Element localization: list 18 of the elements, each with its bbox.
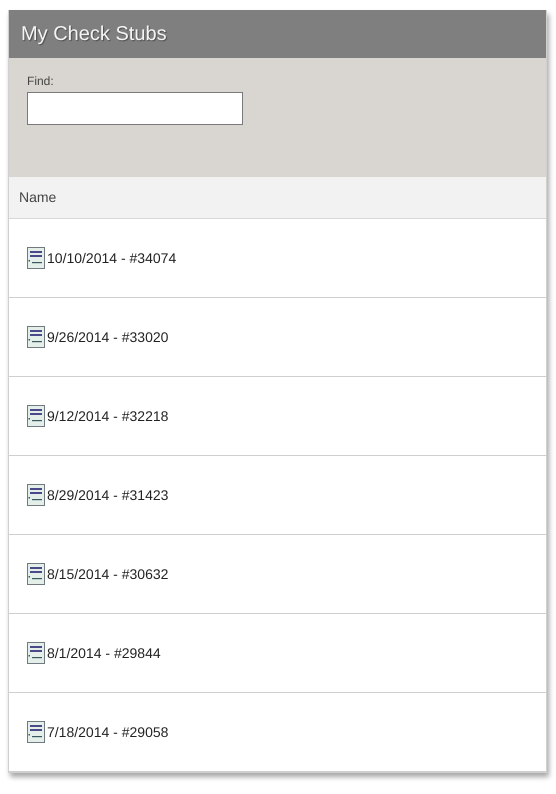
check-stub-link[interactable]: 9/12/2014 - #32218 xyxy=(47,408,168,424)
column-header[interactable]: Name xyxy=(9,177,546,219)
panel-title: My Check Stubs xyxy=(9,10,546,58)
document-icon xyxy=(27,563,45,585)
document-icon xyxy=(27,721,45,743)
find-field[interactable] xyxy=(27,92,243,125)
check-stub-link[interactable]: 8/15/2014 - #30632 xyxy=(47,566,168,582)
find-label: Find: xyxy=(27,74,54,88)
document-icon xyxy=(27,247,45,269)
document-icon xyxy=(27,326,45,348)
check-stub-link[interactable]: 7/18/2014 - #29058 xyxy=(47,724,168,740)
document-icon xyxy=(27,484,45,506)
check-stub-link[interactable]: 8/29/2014 - #31423 xyxy=(47,487,168,503)
document-icon xyxy=(27,405,45,427)
check-stub-link[interactable]: 10/10/2014 - #34074 xyxy=(47,250,176,266)
document-icon xyxy=(27,642,45,664)
check-stub-link[interactable]: 8/1/2014 - #29844 xyxy=(47,645,161,661)
check-stub-link[interactable]: 9/26/2014 - #33020 xyxy=(47,329,168,345)
